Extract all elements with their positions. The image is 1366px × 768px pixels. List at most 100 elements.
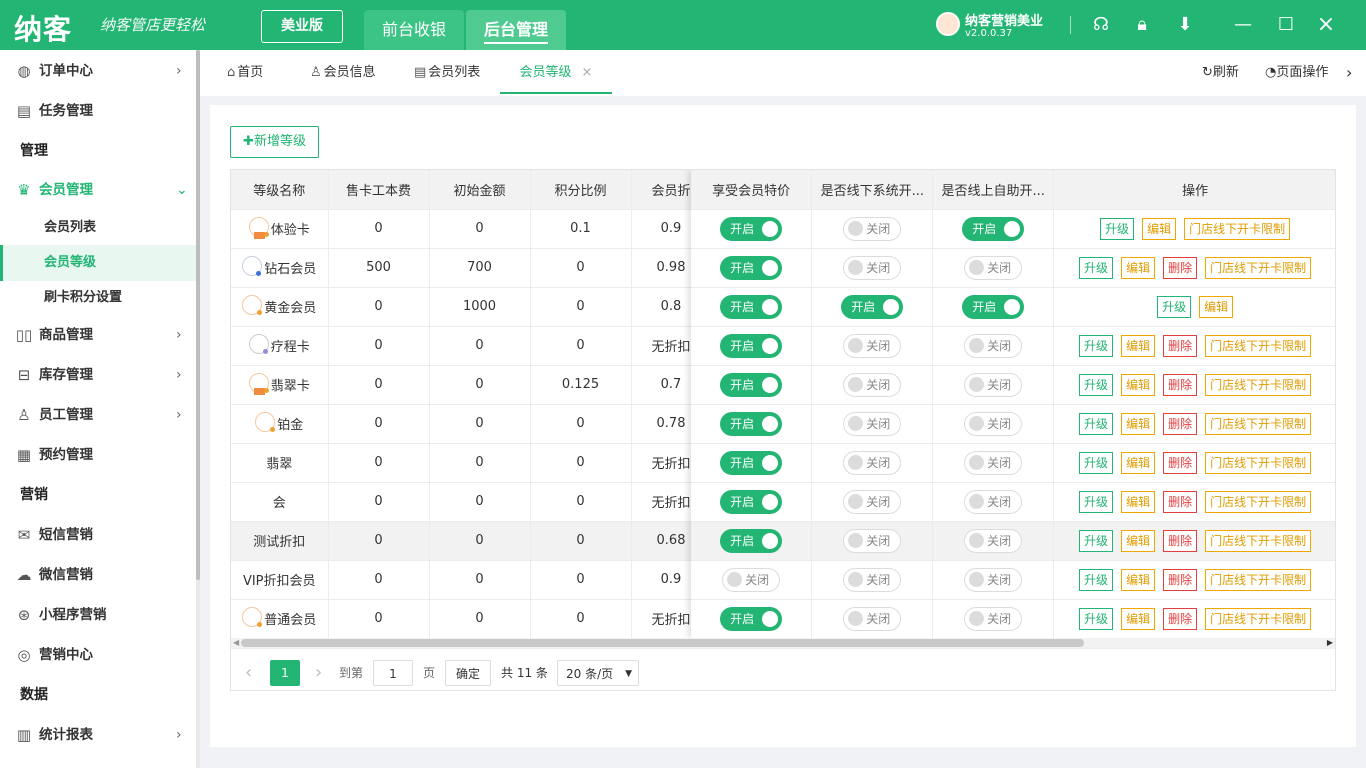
delete-button[interactable]: 删除 xyxy=(1163,373,1198,396)
store-limit-button[interactable]: 门店线下开卡限制 xyxy=(1205,607,1312,630)
sidebar-item-card-points[interactable]: 刷卡积分设置 xyxy=(0,280,196,316)
toggle-switch[interactable]: 关闭 xyxy=(964,411,1023,436)
toggle-switch[interactable]: 关闭 xyxy=(964,255,1023,280)
toggle-switch[interactable]: 关闭 xyxy=(964,333,1023,358)
delete-button[interactable]: 删除 xyxy=(1163,412,1198,435)
store-limit-button[interactable]: 门店线下开卡限制 xyxy=(1205,568,1312,591)
sidebar-item-sms[interactable]: ✉ 短信营销 xyxy=(0,517,196,553)
upgrade-button[interactable]: 升级 xyxy=(1079,490,1114,513)
upgrade-button[interactable]: 升级 xyxy=(1079,568,1114,591)
download-icon[interactable]: ⬇ xyxy=(1172,12,1198,38)
tab-member-info[interactable]: ♙ 会员信息 xyxy=(310,50,376,94)
sidebar-item-inventory[interactable]: ⊟ 库存管理 › xyxy=(0,357,196,393)
tab-home[interactable]: ⌂ 首页 xyxy=(227,50,263,94)
edit-button[interactable]: 编辑 xyxy=(1199,295,1234,318)
toggle-switch[interactable]: 开启 xyxy=(720,255,783,280)
toggle-switch[interactable]: 开启 xyxy=(841,294,904,319)
store-limit-button[interactable]: 门店线下开卡限制 xyxy=(1205,529,1312,552)
toggle-switch[interactable]: 开启 xyxy=(720,216,783,241)
page-1-button[interactable]: 1 xyxy=(270,660,300,686)
toggle-switch[interactable]: 关闭 xyxy=(843,450,902,475)
scroll-right-arrow-icon[interactable]: ▶ xyxy=(1327,638,1333,648)
sidebar-item-member-list[interactable]: 会员列表 xyxy=(0,210,196,246)
toggle-switch[interactable]: 开启 xyxy=(720,450,783,475)
toggle-switch[interactable]: 开启 xyxy=(962,216,1025,241)
store-limit-button[interactable]: 门店线下开卡限制 xyxy=(1205,334,1312,357)
edit-button[interactable]: 编辑 xyxy=(1121,256,1156,279)
prev-page-button[interactable]: ‹ xyxy=(245,660,252,686)
close-icon[interactable]: × xyxy=(1313,12,1339,38)
delete-button[interactable]: 删除 xyxy=(1163,529,1198,552)
store-limit-button[interactable]: 门店线下开卡限制 xyxy=(1205,451,1312,474)
delete-button[interactable]: 删除 xyxy=(1163,256,1198,279)
tab-member-level[interactable]: 会员等级 × xyxy=(500,50,612,94)
sidebar-item-marketing-center[interactable]: ◎ 营销中心 xyxy=(0,637,196,673)
toggle-switch[interactable]: 关闭 xyxy=(964,567,1023,592)
toggle-switch[interactable]: 关闭 xyxy=(964,528,1023,553)
delete-button[interactable]: 删除 xyxy=(1163,334,1198,357)
next-page-button[interactable]: › xyxy=(315,660,322,686)
upgrade-button[interactable]: 升级 xyxy=(1079,256,1114,279)
store-limit-button[interactable]: 门店线下开卡限制 xyxy=(1205,412,1312,435)
store-limit-button[interactable]: 门店线下开卡限制 xyxy=(1205,490,1312,513)
edit-button[interactable]: 编辑 xyxy=(1121,412,1156,435)
store-limit-button[interactable]: 门店线下开卡限制 xyxy=(1205,373,1312,396)
headset-icon[interactable]: ☊ xyxy=(1088,12,1114,38)
nav-tab-backend[interactable]: 后台管理 xyxy=(466,10,566,50)
scroll-left-arrow-icon[interactable]: ◀ xyxy=(233,638,239,648)
toggle-switch[interactable]: 开启 xyxy=(720,372,783,397)
goto-page-input[interactable]: 1 xyxy=(373,660,413,686)
sidebar-item-members[interactable]: ♛ 会员管理 ⌄ xyxy=(0,172,196,208)
sidebar-item-wechat[interactable]: ☁ 微信营销 xyxy=(0,557,196,593)
toggle-switch[interactable]: 开启 xyxy=(720,333,783,358)
table-horizontal-scrollbar[interactable]: ◀ ▶ xyxy=(231,638,1335,648)
table-scrollbar-thumb[interactable] xyxy=(241,639,1084,647)
toggle-switch[interactable]: 关闭 xyxy=(722,567,781,592)
sidebar-scrollbar-thumb[interactable] xyxy=(196,50,200,580)
edit-button[interactable]: 编辑 xyxy=(1121,373,1156,396)
minimize-icon[interactable]: — xyxy=(1230,12,1256,38)
upgrade-button[interactable]: 升级 xyxy=(1079,373,1114,396)
toggle-switch[interactable]: 关闭 xyxy=(843,216,902,241)
toggle-switch[interactable]: 开启 xyxy=(720,489,783,514)
edit-button[interactable]: 编辑 xyxy=(1121,490,1156,513)
upgrade-button[interactable]: 升级 xyxy=(1157,295,1192,318)
toggle-switch[interactable]: 关闭 xyxy=(964,489,1023,514)
upgrade-button[interactable]: 升级 xyxy=(1079,412,1114,435)
sidebar-item-goods[interactable]: ▯▯ 商品管理 › xyxy=(0,317,196,353)
lock-icon[interactable]: 🔒︎ xyxy=(1129,12,1155,38)
nav-tab-front-desk[interactable]: 前台收银 xyxy=(364,10,464,50)
toggle-switch[interactable]: 关闭 xyxy=(843,411,902,436)
tab-member-list[interactable]: ▤ 会员列表 xyxy=(414,50,480,94)
delete-button[interactable]: 删除 xyxy=(1163,490,1198,513)
toggle-switch[interactable]: 开启 xyxy=(720,294,783,319)
edit-button[interactable]: 编辑 xyxy=(1121,451,1156,474)
sidebar-item-miniprogram[interactable]: ⊛ 小程序营销 xyxy=(0,597,196,633)
toggle-switch[interactable]: 关闭 xyxy=(964,372,1023,397)
toggle-switch[interactable]: 开启 xyxy=(720,411,783,436)
delete-button[interactable]: 删除 xyxy=(1163,607,1198,630)
goto-confirm-button[interactable]: 确定 xyxy=(445,660,491,686)
sidebar-item-orders[interactable]: ◍ 订单中心 › xyxy=(0,53,196,89)
toggle-switch[interactable]: 关闭 xyxy=(843,255,902,280)
upgrade-button[interactable]: 升级 xyxy=(1079,451,1114,474)
sidebar-item-member-level[interactable]: 会员等级 xyxy=(0,245,196,281)
edit-button[interactable]: 编辑 xyxy=(1121,334,1156,357)
edit-button[interactable]: 编辑 xyxy=(1121,607,1156,630)
tabs-more-button[interactable]: › xyxy=(1346,50,1352,96)
toggle-switch[interactable]: 关闭 xyxy=(843,333,902,358)
edit-button[interactable]: 编辑 xyxy=(1121,568,1156,591)
upgrade-button[interactable]: 升级 xyxy=(1079,607,1114,630)
upgrade-button[interactable]: 升级 xyxy=(1100,217,1135,240)
refresh-button[interactable]: ↻刷新 xyxy=(1202,50,1239,96)
delete-button[interactable]: 删除 xyxy=(1163,451,1198,474)
store-limit-button[interactable]: 门店线下开卡限制 xyxy=(1184,217,1291,240)
toggle-switch[interactable]: 关闭 xyxy=(843,528,902,553)
upgrade-button[interactable]: 升级 xyxy=(1079,334,1114,357)
maximize-icon[interactable]: ☐ xyxy=(1273,12,1299,38)
toggle-switch[interactable]: 关闭 xyxy=(964,450,1023,475)
toggle-switch[interactable]: 开启 xyxy=(720,528,783,553)
toggle-switch[interactable]: 关闭 xyxy=(843,567,902,592)
sidebar-item-tasks[interactable]: ▤ 任务管理 xyxy=(0,93,196,129)
sidebar-item-staff[interactable]: ♙ 员工管理 › xyxy=(0,397,196,433)
